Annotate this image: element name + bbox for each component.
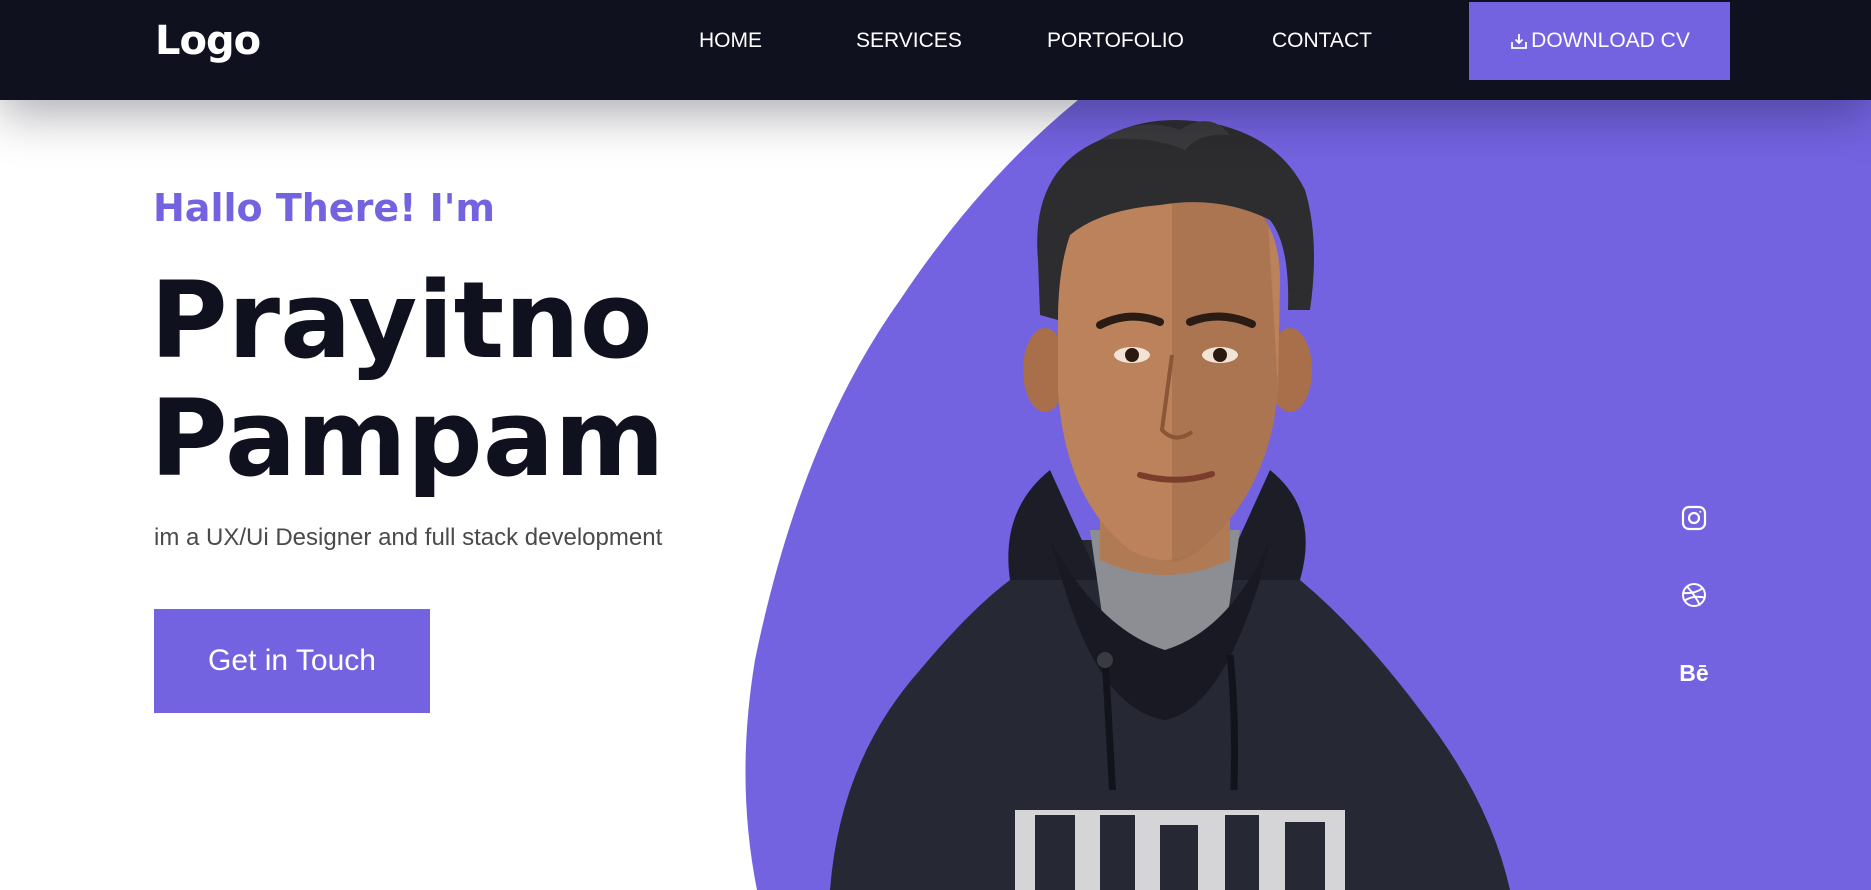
download-icon [1509,31,1529,51]
top-navbar: Logo HOME SERVICES PORTOFOLIO CONTACT DO… [0,0,1871,100]
nav-link-services[interactable]: SERVICES [856,29,962,53]
portrait-photo [830,120,1510,890]
nav-link-contact[interactable]: CONTACT [1272,29,1372,53]
hero-tagline: im a UX/Ui Designer and full stack devel… [154,524,663,551]
get-in-touch-button[interactable]: Get in Touch [154,609,430,713]
behance-icon[interactable]: Bē [1676,655,1712,691]
nav-link-home[interactable]: HOME [699,29,762,53]
nav-link-portfolio[interactable]: PORTOFOLIO [1047,29,1184,53]
landing-page: Logo HOME SERVICES PORTOFOLIO CONTACT DO… [0,0,1871,890]
instagram-icon[interactable] [1676,500,1712,536]
hero-name-last: Pampam [150,377,665,500]
hero-name-first: Prayitno [150,259,653,382]
download-cv-button[interactable]: DOWNLOAD CV [1469,2,1730,80]
logo[interactable]: Logo [155,18,261,64]
dribbble-icon[interactable] [1676,577,1712,613]
download-cv-label: DOWNLOAD CV [1531,29,1690,52]
hero-greeting: Hallo There! I'm [153,186,496,230]
